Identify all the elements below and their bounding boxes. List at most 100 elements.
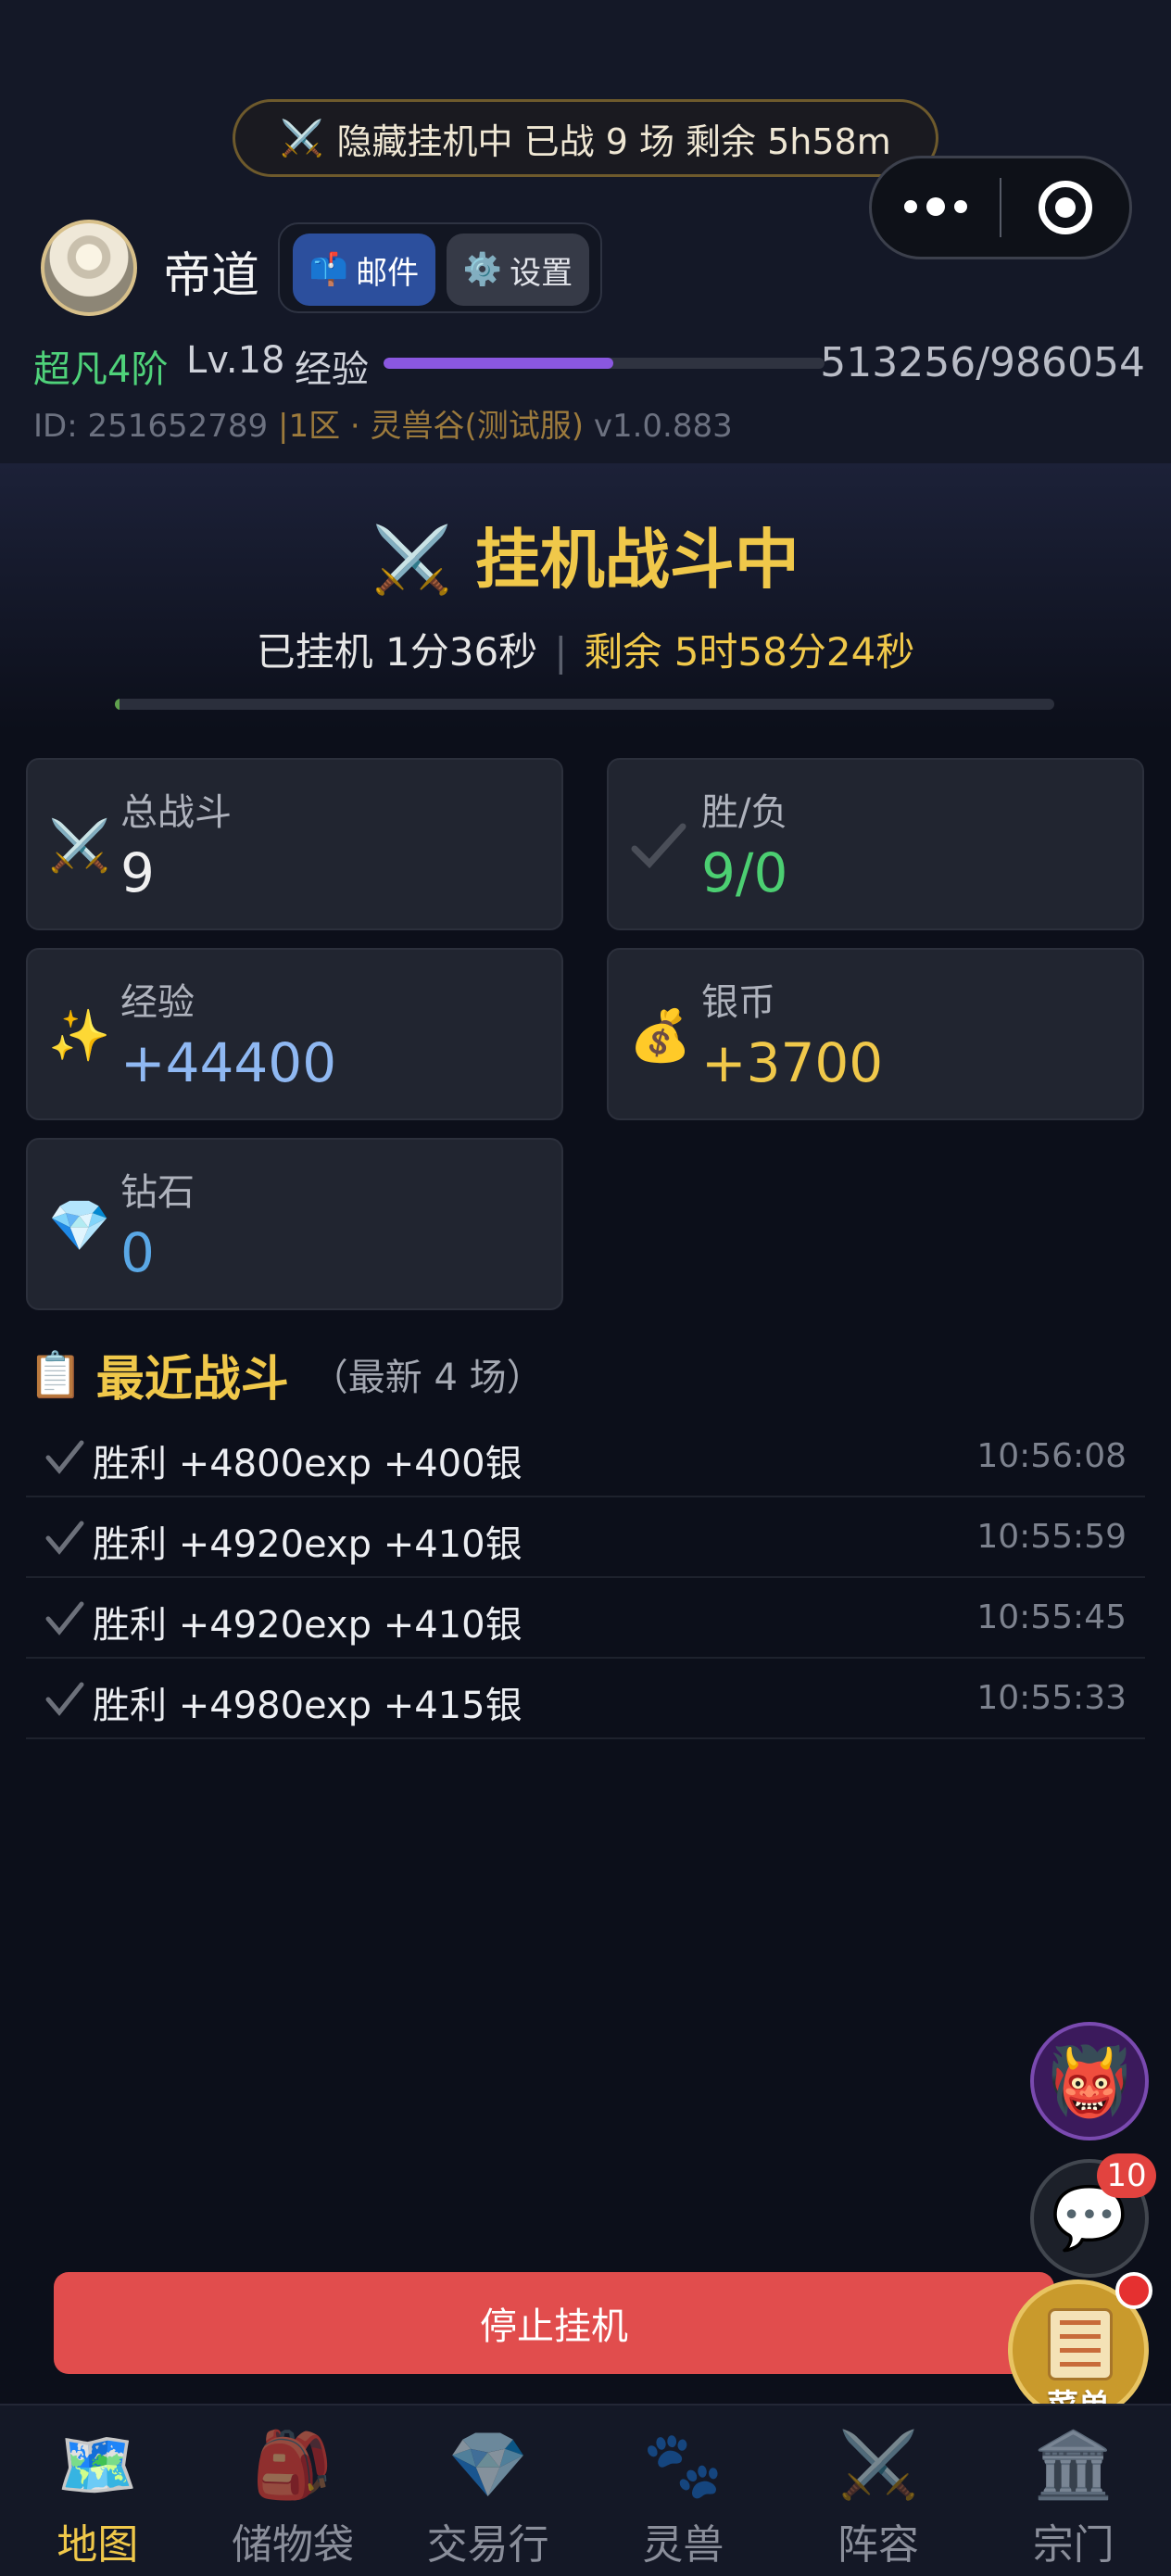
- scroll-icon: [1048, 2308, 1113, 2380]
- exp-value: 513256/986054: [820, 339, 1145, 386]
- list-item: 胜利 +4980exp +415银 10:55:33: [26, 1659, 1145, 1739]
- server-name: |1区 · 灵兽谷(测试服): [277, 408, 585, 445]
- stat-value: 0: [120, 1221, 155, 1284]
- paw-icon: 🐾: [642, 2427, 724, 2503]
- battle-time: 10:55:45: [976, 1598, 1127, 1636]
- exp-progress-fill: [384, 358, 613, 369]
- check-icon: [45, 1601, 84, 1635]
- stat-card-total-battles: ⚔️ 总战斗 9: [26, 758, 563, 930]
- check-icon: [45, 1440, 84, 1474]
- crossed-swords-icon: ⚔️: [280, 117, 324, 158]
- battle-result: 胜利 +4920exp +410银: [93, 1523, 523, 1566]
- realm-label: 超凡4阶: [33, 348, 169, 391]
- idle-battle-title-text: 挂机战斗中: [474, 522, 800, 598]
- recent-battles-count: （最新 4 场）: [310, 1357, 544, 1399]
- demon-event-button[interactable]: 👹: [1030, 2022, 1149, 2140]
- sparkles-icon: ✨: [48, 1006, 111, 1065]
- crossed-swords-icon: ⚔️: [48, 816, 111, 875]
- stat-label: 银币: [701, 981, 775, 1024]
- stat-label: 经验: [120, 981, 195, 1024]
- player-name: 帝道: [163, 248, 260, 304]
- level-row: 超凡4阶 Lv.18 经验 513256/986054: [33, 335, 1145, 391]
- stat-card-exp: ✨ 经验 +44400: [26, 948, 563, 1120]
- mail-button[interactable]: 📫 邮件: [293, 234, 435, 306]
- battle-result: 胜利 +4920exp +410银: [93, 1604, 523, 1647]
- miniprogram-capsule: [869, 156, 1132, 259]
- tab-label: 宗门: [1032, 2521, 1114, 2569]
- check-icon: [45, 1682, 84, 1716]
- gem-icon: 💎: [447, 2427, 529, 2503]
- more-options-icon[interactable]: [872, 196, 1000, 216]
- diamond-icon: 💎: [48, 1196, 111, 1255]
- check-icon: [629, 817, 686, 875]
- tab-spirit-beast[interactable]: 🐾 灵兽: [586, 2406, 781, 2576]
- close-miniprogram-icon[interactable]: [1001, 181, 1129, 234]
- battle-time: 10:55:33: [976, 1679, 1127, 1717]
- tab-label: 交易行: [426, 2521, 549, 2569]
- tab-sect[interactable]: 🏛️ 宗门: [976, 2406, 1171, 2576]
- stat-value: 9: [120, 841, 155, 904]
- version-label: v1.0.883: [593, 408, 733, 445]
- player-id: ID: 251652789: [33, 408, 269, 445]
- tab-label: 灵兽: [642, 2521, 724, 2569]
- idle-status-pill[interactable]: ⚔️ 隐藏挂机中 已战 9 场 剩余 5h58m: [233, 99, 938, 177]
- chat-unread-badge: 10: [1097, 2153, 1156, 2198]
- recent-battles-title: 最近战斗: [95, 1351, 289, 1408]
- idle-timer-row: 已挂机 1分36秒 | 剩余 5时58分24秒: [0, 621, 1171, 677]
- level-label: Lv.18: [186, 339, 285, 382]
- tab-map[interactable]: 🗺️ 地图: [0, 2406, 195, 2576]
- stat-value: +44400: [120, 1031, 337, 1094]
- tab-market[interactable]: 💎 交易行: [390, 2406, 586, 2576]
- stat-value: +3700: [701, 1031, 884, 1094]
- exp-label: 经验: [295, 348, 369, 391]
- settings-button[interactable]: ⚙️ 设置: [447, 234, 589, 306]
- idle-battle-title: ⚔️ 挂机战斗中: [0, 508, 1171, 601]
- stat-label: 胜/负: [701, 791, 788, 834]
- gear-icon: ⚙️: [462, 251, 503, 288]
- stat-card-win-loss: 胜/负 9/0: [607, 758, 1144, 930]
- tab-label: 储物袋: [232, 2521, 354, 2569]
- tab-label: 阵容: [837, 2521, 920, 2569]
- money-bag-icon: 💰: [629, 1006, 692, 1065]
- swords-icon: ⚔️: [837, 2427, 919, 2503]
- settings-button-label: 设置: [510, 254, 573, 292]
- list-item: 胜利 +4800exp +400银 10:56:08: [26, 1417, 1145, 1497]
- stat-card-diamond: 💎 钻石 0: [26, 1138, 563, 1310]
- avatar[interactable]: [41, 220, 137, 316]
- tab-storage-bag[interactable]: 🎒 储物袋: [195, 2406, 391, 2576]
- battle-time: 10:56:08: [976, 1437, 1127, 1475]
- remaining-time: 剩余 5时58分24秒: [584, 629, 915, 675]
- tab-lineup[interactable]: ⚔️ 阵容: [781, 2406, 976, 2576]
- stat-value: 9/0: [701, 841, 788, 904]
- list-item: 胜利 +4920exp +410银 10:55:59: [26, 1497, 1145, 1578]
- stat-label: 钻石: [120, 1171, 195, 1214]
- crossed-swords-icon: ⚔️: [371, 522, 453, 598]
- elapsed-time: 已挂机 1分36秒: [256, 629, 538, 675]
- stat-label: 总战斗: [120, 791, 232, 834]
- recent-battles-header: 📋 最近战斗 （最新 4 场）: [28, 1342, 544, 1408]
- idle-status-text: 隐藏挂机中 已战 9 场 剩余 5h58m: [336, 120, 891, 162]
- battle-result: 胜利 +4800exp +400银: [93, 1443, 523, 1485]
- list-item: 胜利 +4920exp +410银 10:55:45: [26, 1578, 1145, 1659]
- mailbox-icon: 📫: [308, 251, 349, 288]
- idle-progress-bar: [115, 699, 1054, 710]
- stop-idle-button[interactable]: 停止挂机: [54, 2272, 1054, 2374]
- recent-battles-list: 胜利 +4800exp +400银 10:56:08 胜利 +4920exp +…: [26, 1417, 1145, 1739]
- menu-notification-dot: [1115, 2272, 1152, 2309]
- map-icon: 🗺️: [57, 2427, 138, 2503]
- tab-label: 地图: [57, 2521, 139, 2569]
- battle-time: 10:55:59: [976, 1518, 1127, 1556]
- header-button-group: 📫 邮件 ⚙️ 设置: [278, 222, 602, 313]
- temple-icon: 🏛️: [1033, 2427, 1114, 2503]
- account-info: ID: 251652789 |1区 · 灵兽谷(测试服) v1.0.883: [33, 400, 733, 446]
- timer-separator: |: [554, 629, 568, 675]
- demon-icon: 👹: [1048, 2042, 1131, 2120]
- exp-progress-bar: [384, 358, 825, 369]
- backpack-icon: 🎒: [252, 2427, 334, 2503]
- clipboard-icon: 📋: [28, 1348, 83, 1401]
- mail-button-label: 邮件: [356, 254, 420, 292]
- battle-result: 胜利 +4980exp +415银: [93, 1685, 523, 1727]
- bottom-tab-bar: 🗺️ 地图 🎒 储物袋 💎 交易行 🐾 灵兽 ⚔️ 阵容 🏛️ 宗门: [0, 2404, 1171, 2576]
- stat-card-silver: 💰 银币 +3700: [607, 948, 1144, 1120]
- check-icon: [45, 1521, 84, 1555]
